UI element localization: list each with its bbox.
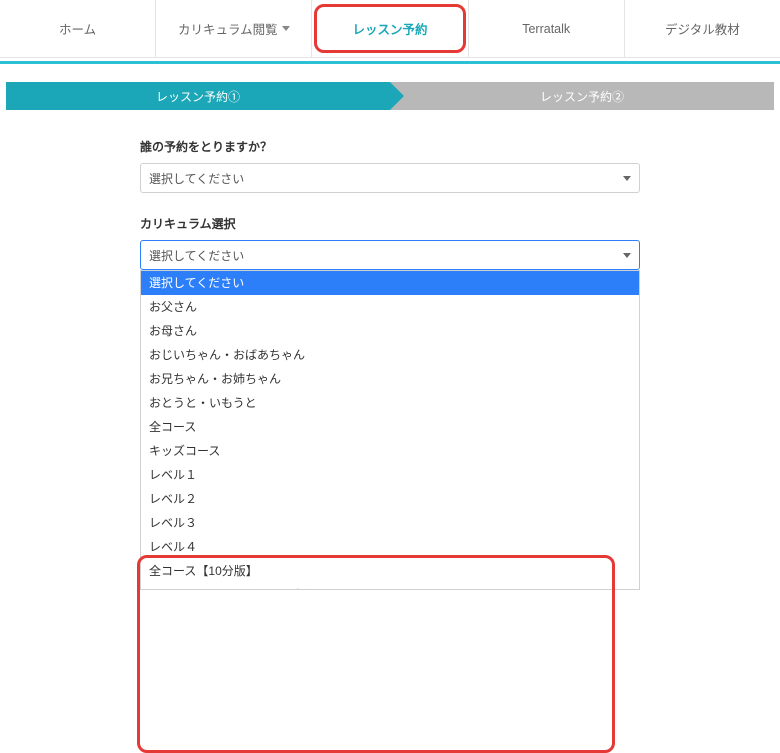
curriculum-option[interactable]: おとうと・いもうと【10分版】 xyxy=(141,583,639,590)
nav-item-label: カリキュラム閲覧 xyxy=(178,19,278,38)
curriculum-option[interactable]: おじいちゃん・おばあちゃん xyxy=(141,343,639,367)
curriculum-option[interactable]: お母さん xyxy=(141,319,639,343)
who-select[interactable]: 選択してください xyxy=(140,163,640,193)
curriculum-option[interactable]: おとうと・いもうと xyxy=(141,391,639,415)
select-value: 選択してください xyxy=(149,170,244,187)
chevron-down-icon xyxy=(623,253,631,258)
nav-digital-materials[interactable]: デジタル教材 xyxy=(625,0,780,57)
nav-item-label: Terratalk xyxy=(522,22,570,36)
curriculum-label: カリキュラム選択 xyxy=(140,215,640,232)
chevron-down-icon xyxy=(282,26,290,31)
nav-lesson-reservation[interactable]: レッスン予約 xyxy=(312,0,468,57)
curriculum-option[interactable]: レベル２ xyxy=(141,487,639,511)
nav-home[interactable]: ホーム xyxy=(0,0,156,57)
curriculum-dropdown[interactable]: 選択してくださいお父さんお母さんおじいちゃん・おばあちゃんお兄ちゃん・お姉ちゃん… xyxy=(140,270,640,590)
who-label: 誰の予約をとりますか？ xyxy=(140,138,640,155)
curriculum-option[interactable]: お父さん xyxy=(141,295,639,319)
chevron-down-icon xyxy=(623,176,631,181)
curriculum-option[interactable]: レベル１ xyxy=(141,463,639,487)
step-2: レッスン予約② xyxy=(390,82,774,110)
step-label: レッスン予約② xyxy=(540,88,624,105)
nav-item-label: デジタル教材 xyxy=(665,19,740,38)
nav-item-label: レッスン予約 xyxy=(353,19,428,38)
curriculum-option[interactable]: キッズコース xyxy=(141,439,639,463)
curriculum-select[interactable]: 選択してください xyxy=(140,240,640,270)
top-nav: ホーム カリキュラム閲覧 レッスン予約 Terratalk デジタル教材 xyxy=(0,0,780,58)
nav-curriculum-browse[interactable]: カリキュラム閲覧 xyxy=(156,0,312,57)
curriculum-option[interactable]: お兄ちゃん・お姉ちゃん xyxy=(141,367,639,391)
curriculum-option[interactable]: 全コース【10分版】 xyxy=(141,559,639,583)
reservation-steps: レッスン予約① レッスン予約② xyxy=(6,82,774,110)
reservation-form: 誰の予約をとりますか？ 選択してください カリキュラム選択 選択してください 選… xyxy=(130,138,650,270)
curriculum-option[interactable]: レベル４ xyxy=(141,535,639,559)
step-label: レッスン予約① xyxy=(156,88,240,105)
step-1: レッスン予約① xyxy=(6,82,390,110)
curriculum-option[interactable]: レベル３ xyxy=(141,511,639,535)
curriculum-option[interactable]: 選択してください xyxy=(141,271,639,295)
nav-underline xyxy=(0,61,780,64)
nav-terratalk[interactable]: Terratalk xyxy=(469,0,625,57)
nav-item-label: ホーム xyxy=(59,19,96,38)
curriculum-option[interactable]: 全コース xyxy=(141,415,639,439)
select-value: 選択してください xyxy=(149,247,244,264)
